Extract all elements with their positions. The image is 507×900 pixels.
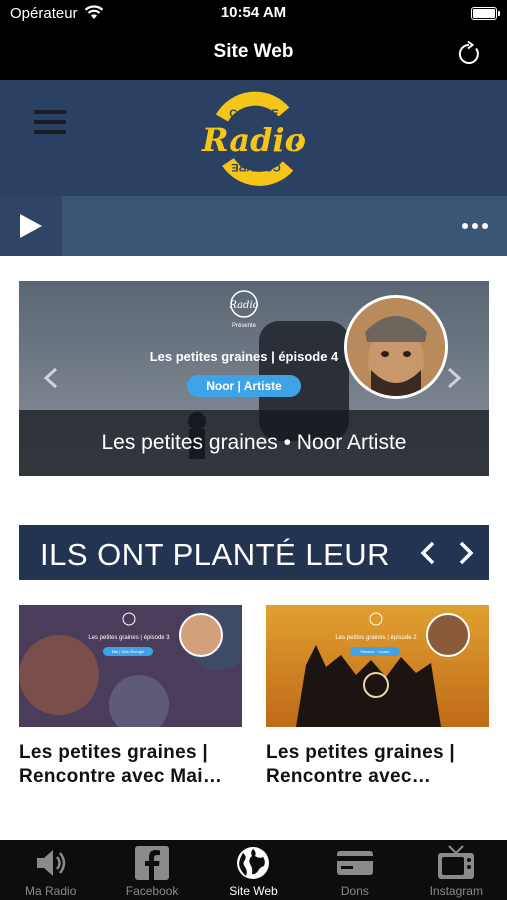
slide-presents-text: Présente [231, 323, 256, 329]
slide-caption: Les petites graines • Noor Artiste [19, 410, 489, 476]
section-prev-arrow[interactable] [417, 540, 439, 566]
play-button[interactable] [0, 196, 62, 256]
play-icon [20, 214, 42, 238]
battery-icon [471, 7, 500, 20]
section-title: ILS ONT PLANTÉ LEUR [40, 537, 391, 572]
featured-slider[interactable]: Radio Présente Les petites graines | épi… [19, 281, 489, 476]
thumbnail-pill: Passion · Coach [350, 647, 400, 656]
page-title: Site Web [213, 41, 294, 62]
tv-icon [438, 845, 475, 879]
facebook-icon [135, 846, 170, 880]
more-options-icon[interactable] [461, 220, 489, 232]
tab-facebook[interactable]: Facebook [101, 840, 202, 900]
thumbnail-heading: Les petites graines | épisode 2 [335, 635, 417, 641]
logo-main-text: Radio [201, 121, 306, 159]
guest-portrait [347, 298, 445, 396]
tab-label: Instagram [429, 884, 483, 898]
slide-next-arrow[interactable] [444, 366, 464, 390]
svg-text:Radio: Radio [228, 300, 258, 311]
episode-title-line: Les petites graines | [19, 742, 209, 763]
navigation-bar: Site Web [0, 28, 507, 80]
refresh-icon[interactable] [455, 40, 483, 68]
slide-heading: Les petites graines | épisode 4 [149, 349, 339, 364]
tab-bar: Ma Radio Facebook Site Web Dons Instagra… [0, 840, 507, 900]
status-bar: Opérateur 10:54 AM [0, 0, 507, 28]
thumbnail-pill: Mai | Soin Énergie [103, 647, 153, 656]
section-header: ILS ONT PLANTÉ LEUR [19, 525, 489, 580]
tab-label: Site Web [229, 884, 278, 898]
episode-title-line: Rencontre avec… [266, 766, 432, 787]
guest-avatar [426, 613, 470, 657]
episode-title-line: Rencontre avec Mai… [19, 766, 223, 787]
episode-title: Les petites graines | Rencontre avec… [266, 741, 489, 789]
episode-card[interactable]: Les petites graines | épisode 2 Passion … [266, 605, 489, 789]
logo-bottom-text: COVIVRE [231, 161, 281, 173]
globe-icon [237, 847, 270, 879]
slide-radio-logo: Radio [228, 290, 259, 318]
audio-player-bar [0, 196, 507, 256]
logo-top-text: COVIVRE [229, 108, 279, 120]
status-time: 10:54 AM [220, 4, 287, 21]
thumbnail-heading: Les petites graines | épisode 3 [88, 635, 170, 641]
tab-dons[interactable]: Dons [304, 840, 405, 900]
episode-title: Les petites graines | Rencontre avec Mai… [19, 741, 242, 789]
tab-label: Ma Radio [25, 884, 77, 898]
slide-prev-arrow[interactable] [41, 366, 61, 390]
tab-label: Dons [340, 884, 369, 898]
episode-thumbnail: Les petites graines | épisode 2 Passion … [266, 605, 489, 727]
guest-avatar [344, 295, 448, 399]
slide-guest-pill: Noor | Artiste [187, 375, 301, 397]
guest-avatar [179, 613, 223, 657]
site-header: COVIVRE Radio COVIVRE [0, 80, 507, 196]
menu-icon[interactable] [34, 110, 66, 136]
episode-thumbnail: Les petites graines | épisode 3 Mai | So… [19, 605, 242, 727]
tab-site-web[interactable]: Site Web [203, 840, 304, 900]
speaker-icon [36, 850, 65, 876]
episode-card[interactable]: Les petites graines | épisode 3 Mai | So… [19, 605, 242, 789]
tab-label: Facebook [125, 884, 179, 898]
tab-instagram[interactable]: Instagram [406, 840, 507, 900]
episode-title-line: Les petites graines | [266, 742, 456, 763]
tab-ma-radio[interactable]: Ma Radio [0, 840, 101, 900]
section-next-arrow[interactable] [455, 540, 477, 566]
radio-covivre-logo[interactable]: COVIVRE Radio COVIVRE [200, 88, 310, 188]
credit-card-icon [336, 851, 373, 875]
